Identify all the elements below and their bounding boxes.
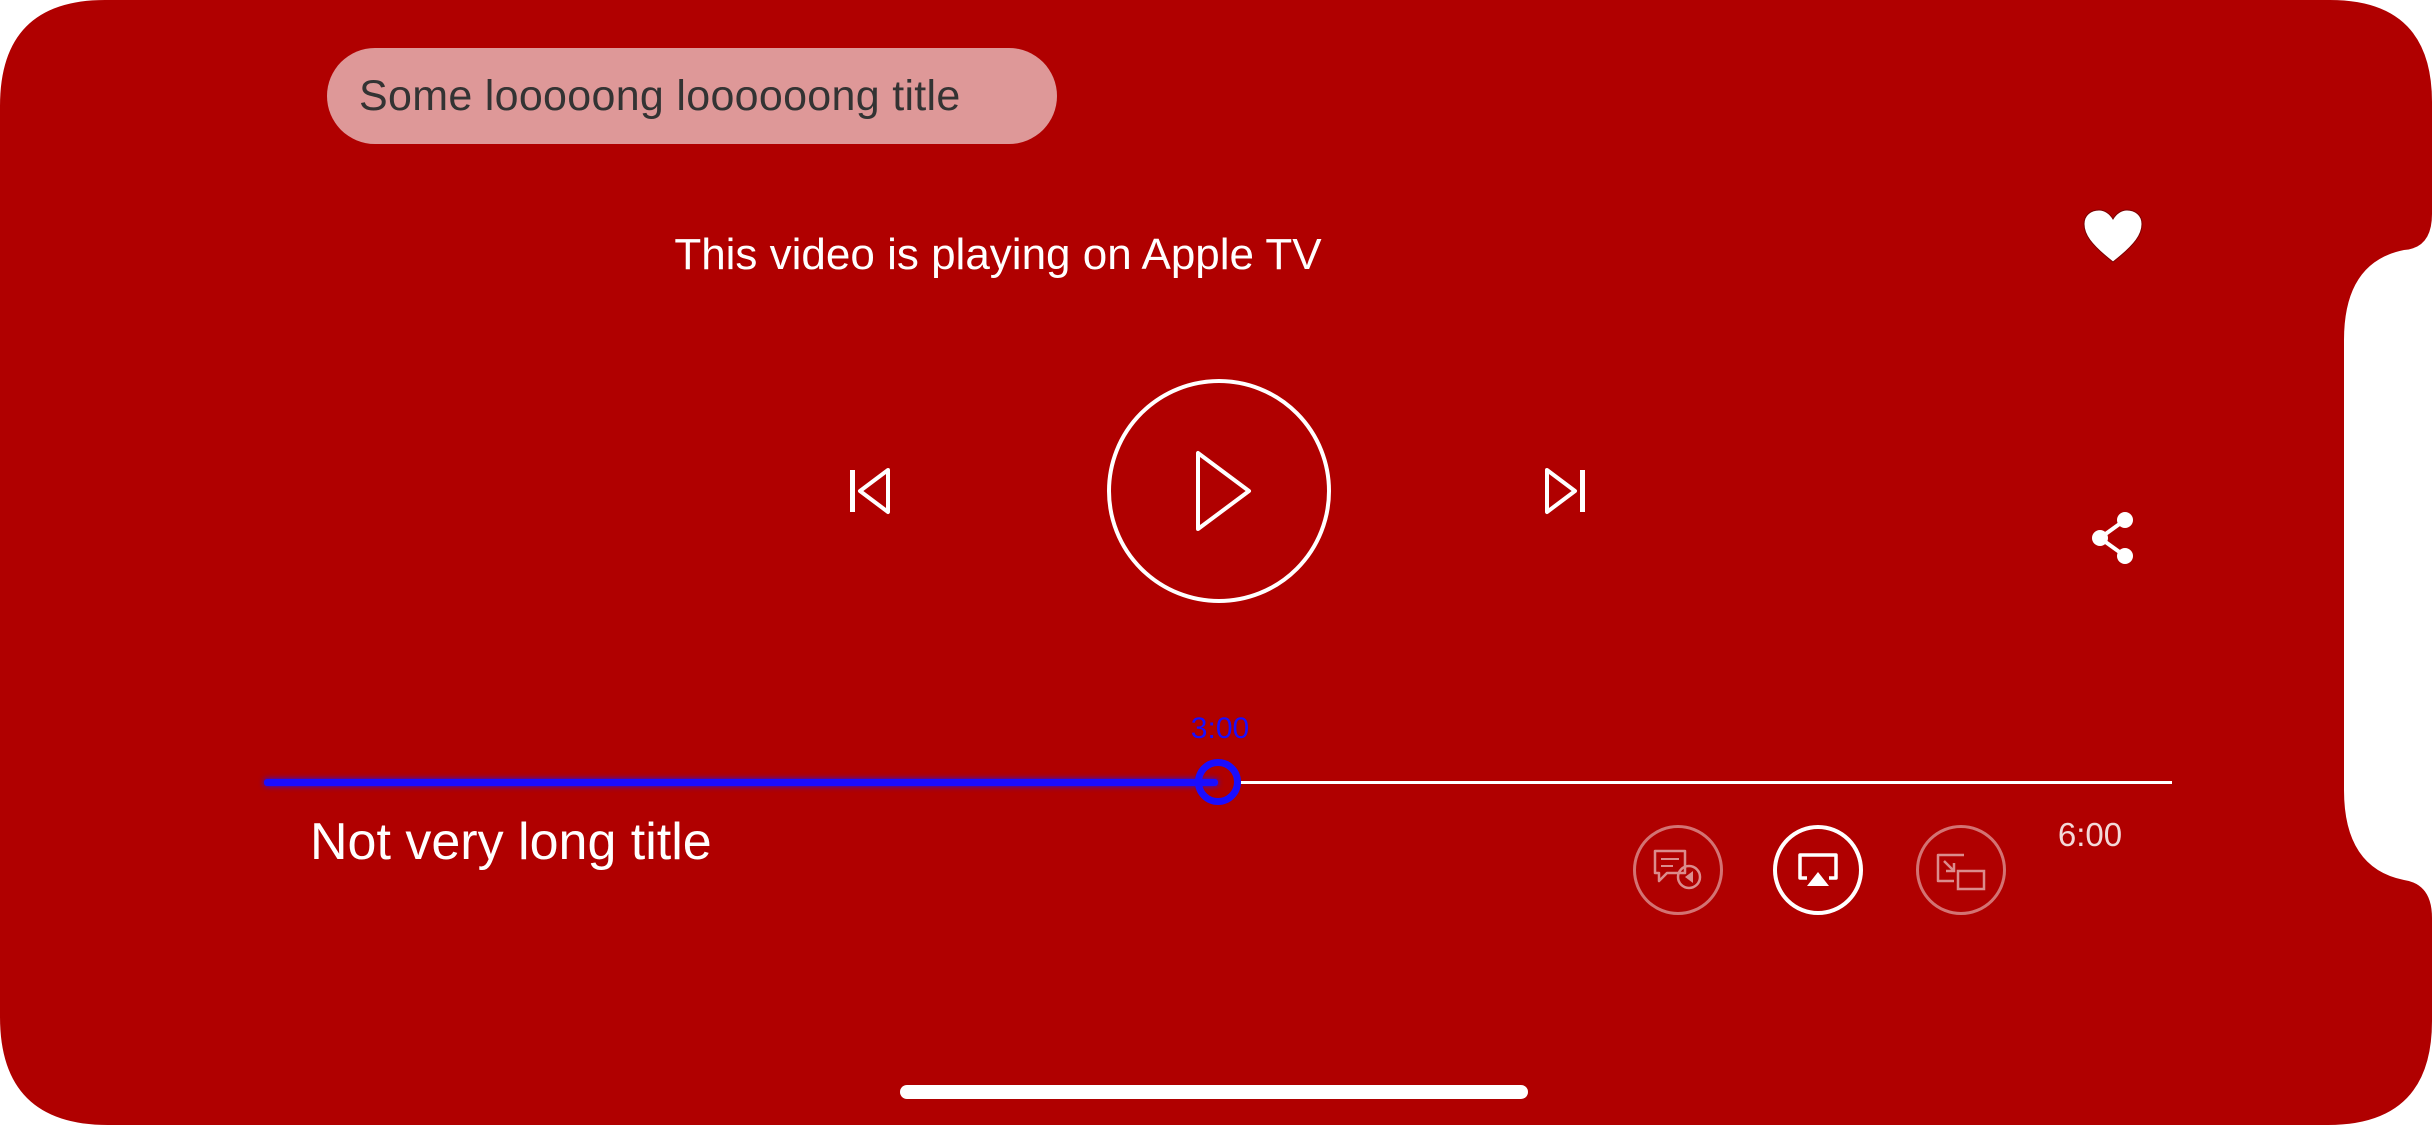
top-title-text: Some looooong loooooong title bbox=[359, 71, 961, 120]
airplay-status-text: This video is playing on Apple TV bbox=[674, 230, 1322, 279]
home-indicator[interactable] bbox=[900, 1085, 1528, 1099]
skip-forward-icon bbox=[1545, 468, 1585, 514]
play-button[interactable] bbox=[1106, 378, 1332, 604]
heart-icon bbox=[2083, 209, 2143, 263]
current-time-label: 3:00 bbox=[1190, 712, 1250, 745]
picture-in-picture-button[interactable] bbox=[1916, 825, 2006, 915]
share-button[interactable] bbox=[2088, 510, 2138, 566]
previous-button[interactable] bbox=[840, 458, 900, 524]
subtitles-audio-icon bbox=[1653, 849, 1702, 890]
progress-slider[interactable] bbox=[264, 759, 2172, 805]
subtitles-audio-button[interactable] bbox=[1633, 825, 1723, 915]
top-title-pill: Some looooong loooooong title bbox=[327, 48, 1057, 144]
skip-back-icon bbox=[850, 468, 890, 514]
total-time-label: 6:00 bbox=[2057, 816, 2123, 853]
next-button[interactable] bbox=[1535, 458, 1595, 524]
play-icon bbox=[1107, 379, 1331, 603]
progress-thumb[interactable] bbox=[1195, 759, 1241, 805]
airplay-icon bbox=[1798, 853, 1838, 886]
favorite-button[interactable] bbox=[2082, 205, 2144, 267]
bottom-title-text: Not very long title bbox=[310, 813, 712, 871]
progress-played-track bbox=[264, 779, 1218, 786]
progress-remaining-track bbox=[1238, 781, 2172, 784]
airplay-button[interactable] bbox=[1773, 825, 1863, 915]
share-icon bbox=[2092, 512, 2133, 564]
picture-in-picture-icon bbox=[1936, 853, 1986, 891]
video-player-screen: Some looooong loooooong title This video… bbox=[0, 0, 2436, 1125]
